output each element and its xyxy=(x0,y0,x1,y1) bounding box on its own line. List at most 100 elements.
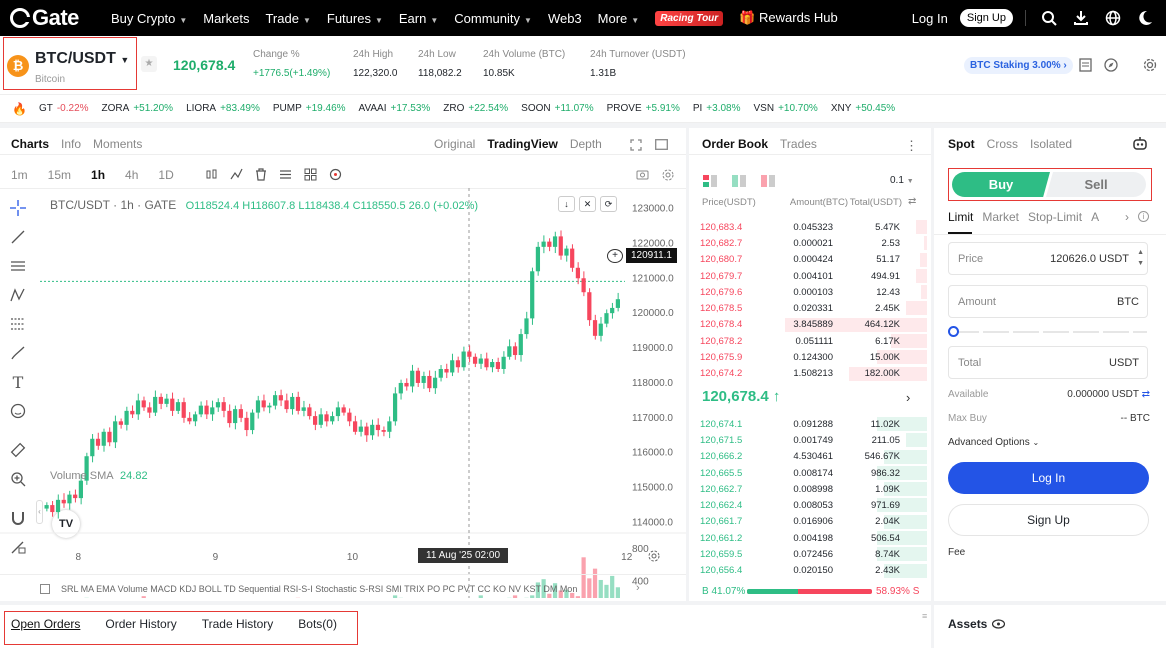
tab-15m[interactable]: 15m xyxy=(48,168,71,182)
ticker-item[interactable]: SOON +11.07% xyxy=(521,103,593,114)
gate-logo[interactable]: Gate xyxy=(10,5,100,31)
ask-row[interactable]: 120,678.2 0.051111 6.17K xyxy=(689,333,931,349)
tab-spot[interactable]: Spot xyxy=(948,137,975,151)
bid-row[interactable]: 120,659.5 0.072456 8.74K xyxy=(689,546,931,562)
sell-tab[interactable]: Sell xyxy=(1046,172,1146,197)
ticker-item[interactable]: PI +3.08% xyxy=(693,103,741,114)
tab-info[interactable]: Info xyxy=(61,137,81,151)
amount-slider[interactable] xyxy=(948,326,1148,337)
tab-tradingview[interactable]: TradingView xyxy=(487,137,557,151)
ask-row[interactable]: 120,679.6 0.000103 12.43 xyxy=(689,284,931,300)
ask-row[interactable]: 120,674.2 1.508213 182.00K xyxy=(689,366,931,382)
slider-handle[interactable] xyxy=(948,326,959,337)
nav-buy-crypto[interactable]: Buy Crypto ▼ xyxy=(111,11,187,26)
ask-row[interactable]: 120,675.9 0.124300 15.00K xyxy=(689,349,931,365)
bid-row[interactable]: 120,666.2 4.530461 546.67K xyxy=(689,449,931,465)
document-icon[interactable] xyxy=(1079,58,1092,75)
advanced-options-toggle[interactable]: Advanced Options ⌄ xyxy=(948,437,1039,448)
total-input[interactable]: Total USDT xyxy=(948,346,1148,379)
tab-1h[interactable]: 1h xyxy=(91,168,105,182)
bid-row[interactable]: 120,662.4 0.008053 971.69 xyxy=(689,497,931,513)
add-alert-icon[interactable]: + xyxy=(607,249,623,263)
more-vertical-icon[interactable]: ⋮ xyxy=(905,138,918,154)
calendar-icon[interactable] xyxy=(40,584,50,594)
window-icon[interactable] xyxy=(655,139,668,153)
signup-button[interactable]: Sign Up xyxy=(959,9,1013,27)
login-button[interactable]: Log In xyxy=(948,462,1149,494)
search-icon[interactable] xyxy=(1038,7,1060,29)
ticker-item[interactable]: GT -0.22% xyxy=(39,103,89,114)
ticker-item[interactable]: VSN +10.70% xyxy=(754,103,818,114)
amount-input[interactable]: Amount BTC xyxy=(948,285,1148,318)
download-icon[interactable] xyxy=(1070,7,1092,29)
rewards-hub-link[interactable]: 🎁 Rewards Hub xyxy=(739,10,838,26)
info-icon[interactable]: i xyxy=(1138,211,1149,222)
tab-charts[interactable]: Charts xyxy=(11,137,49,151)
login-link[interactable]: Log In xyxy=(912,11,948,26)
panel-drag-handle-icon[interactable]: ≡ xyxy=(922,611,927,621)
list-icon[interactable] xyxy=(279,168,292,184)
tab-1d[interactable]: 1D xyxy=(158,168,173,182)
ticker-item[interactable]: PUMP +19.46% xyxy=(273,103,346,114)
nav-trade[interactable]: Trade ▼ xyxy=(265,11,310,26)
tab-moments[interactable]: Moments xyxy=(93,137,142,151)
order-type-next-icon[interactable]: › xyxy=(1125,210,1129,224)
layout-icon[interactable] xyxy=(304,168,317,184)
tab-depth[interactable]: Depth xyxy=(570,137,602,151)
nav-community[interactable]: Community ▼ xyxy=(454,11,532,26)
ask-row[interactable]: 120,682.7 0.000021 2.53 xyxy=(689,235,931,251)
settings-gear-icon[interactable] xyxy=(1143,58,1157,75)
swap-arrows-icon[interactable]: ⇄ xyxy=(908,196,916,207)
trash-icon[interactable] xyxy=(255,168,267,184)
dark-mode-icon[interactable] xyxy=(1134,7,1156,29)
precision-select[interactable]: 0.1 ▼ xyxy=(890,175,914,186)
candle-type-icon[interactable] xyxy=(205,168,218,184)
eye-icon[interactable] xyxy=(991,618,1006,632)
tab-1m[interactable]: 1m xyxy=(11,168,28,182)
tab-4h[interactable]: 4h xyxy=(125,168,138,182)
ask-row[interactable]: 120,679.7 0.004101 494.91 xyxy=(689,268,931,284)
tab-order-history[interactable]: Order History xyxy=(105,617,176,631)
chevron-right-icon[interactable]: › xyxy=(636,582,640,594)
tab-trades[interactable]: Trades xyxy=(780,137,817,151)
nav-futures[interactable]: Futures ▼ xyxy=(327,11,383,26)
pair-selector[interactable]: ₿ BTC/USDT ▼ Bitcoin xyxy=(3,37,137,90)
ask-row[interactable]: 120,678.5 0.020331 2.45K xyxy=(689,300,931,316)
globe-icon[interactable] xyxy=(1102,7,1124,29)
tab-market[interactable]: Market xyxy=(982,210,1019,224)
bid-row[interactable]: 120,671.5 0.001749 211.05 xyxy=(689,432,931,448)
bid-row[interactable]: 120,665.5 0.008174 986.32 xyxy=(689,465,931,481)
compass-icon[interactable] xyxy=(1104,58,1118,75)
bid-row[interactable]: 120,662.7 0.008998 1.09K xyxy=(689,481,931,497)
tab-original[interactable]: Original xyxy=(434,137,475,151)
indicator-list[interactable]: SRL MA EMA Volume MACD KDJ BOLL TD Seque… xyxy=(61,584,629,594)
alert-icon[interactable] xyxy=(329,168,342,184)
layout-both-icon[interactable] xyxy=(703,175,717,190)
tab-cross[interactable]: Cross xyxy=(987,137,1018,151)
nav-earn[interactable]: Earn ▼ xyxy=(399,11,438,26)
tab-stop-limit[interactable]: Stop-Limit xyxy=(1028,210,1082,224)
tab-bots-0-[interactable]: Bots(0) xyxy=(298,617,337,631)
layout-asks-icon[interactable] xyxy=(761,175,775,190)
ticker-item[interactable]: LIORA +83.49% xyxy=(186,103,260,114)
ask-row[interactable]: 120,683.4 0.045323 5.47K xyxy=(689,219,931,235)
ask-row[interactable]: 120,678.4 3.845889 464.12K xyxy=(689,317,931,333)
indicator-icon[interactable] xyxy=(230,168,243,184)
ticker-item[interactable]: ZORA +51.20% xyxy=(102,103,174,114)
tab-trade-history[interactable]: Trade History xyxy=(202,617,274,631)
nav-more[interactable]: More ▼ xyxy=(598,11,640,26)
btc-staking-badge[interactable]: BTC Staking 3.00% › xyxy=(964,57,1073,74)
price-chart[interactable]: 123000.0122000.0121000.0120000.0119000.0… xyxy=(0,188,686,598)
nav-web3[interactable]: Web3 xyxy=(548,11,582,26)
ticker-item[interactable]: ZRO +22.54% xyxy=(443,103,508,114)
transfer-icon[interactable]: ⇄ xyxy=(1142,389,1150,400)
layout-bids-icon[interactable] xyxy=(732,175,746,190)
racing-tour-banner[interactable]: Racing Tour xyxy=(655,10,724,26)
fullscreen-icon[interactable] xyxy=(630,139,642,154)
ticker-item[interactable]: XNY +50.45% xyxy=(831,103,895,114)
price-input[interactable]: Price 120626.0 USDT ▲ ▼ xyxy=(948,242,1148,275)
price-stepper[interactable]: ▲ ▼ xyxy=(1137,247,1144,269)
tab-a[interactable]: A xyxy=(1091,210,1099,224)
tab-open-orders[interactable]: Open Orders xyxy=(11,617,80,631)
ticker-item[interactable]: AVAAI +17.53% xyxy=(359,103,431,114)
